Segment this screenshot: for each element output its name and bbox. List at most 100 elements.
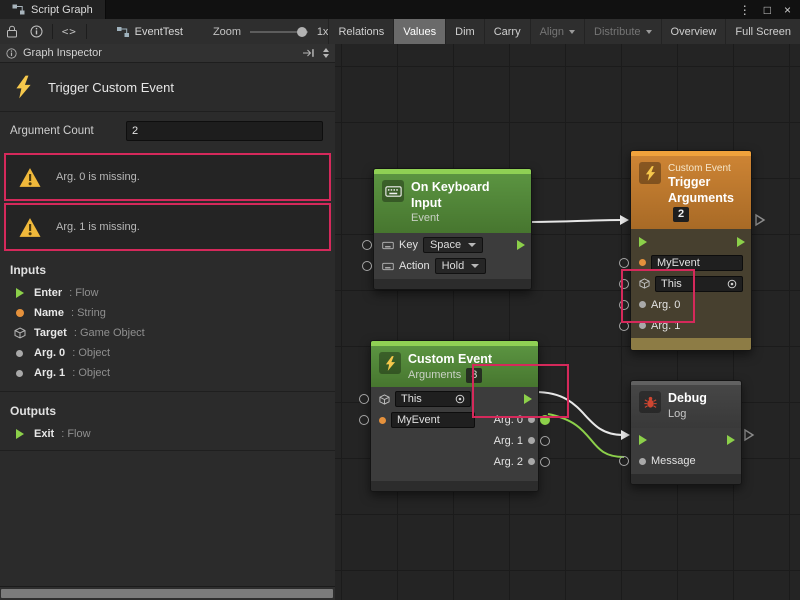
port-circle[interactable] bbox=[619, 279, 629, 289]
input-type: Object bbox=[72, 347, 110, 359]
keyboard-icon bbox=[382, 180, 404, 202]
node-header: Debug Log bbox=[631, 385, 741, 428]
flow-in-port[interactable] bbox=[639, 435, 647, 445]
node-custom-event-listener[interactable]: Custom Event Arguments3 This MyEvent bbox=[370, 340, 539, 492]
node-header: Custom Event Arguments3 bbox=[371, 346, 538, 387]
target-value: This bbox=[661, 278, 682, 290]
input-name: Arg. 1 bbox=[34, 367, 65, 379]
unity-visual-scripting-window: Script Graph ⋮ □ × <> EventTest Zoom 1x … bbox=[0, 0, 800, 600]
port-circle[interactable] bbox=[619, 300, 629, 310]
object-type-icon bbox=[528, 437, 535, 444]
port-circle[interactable] bbox=[540, 457, 550, 467]
port-circle[interactable] bbox=[540, 436, 550, 446]
graph-output-triangle-icon bbox=[756, 215, 764, 225]
gameobject-cube-icon bbox=[379, 394, 390, 405]
input-name: Enter bbox=[34, 287, 62, 299]
action-label: Action bbox=[399, 260, 430, 272]
key-row: Key Space bbox=[374, 235, 531, 256]
distribute-button[interactable]: Distribute bbox=[584, 19, 660, 44]
scrollbar-thumb[interactable] bbox=[1, 589, 333, 598]
port-circle[interactable] bbox=[359, 394, 369, 404]
node-body: MyEvent This Arg. 0 Arg. 1 bbox=[631, 229, 751, 338]
code-icon[interactable]: <> bbox=[56, 19, 83, 44]
dock-arrow-icon[interactable] bbox=[302, 48, 315, 58]
port-circle-connected[interactable] bbox=[540, 415, 550, 425]
graph-canvas[interactable]: On Keyboard Input Event Key Space bbox=[335, 44, 800, 600]
warning-icon bbox=[18, 167, 42, 188]
key-value: Space bbox=[430, 239, 461, 251]
argument-count-value: 2 bbox=[132, 125, 138, 137]
info-icon[interactable] bbox=[24, 19, 49, 44]
relations-button[interactable]: Relations bbox=[328, 19, 393, 44]
dim-button[interactable]: Dim bbox=[445, 19, 484, 44]
object-type-icon bbox=[639, 322, 646, 329]
wire-arrowhead bbox=[621, 430, 630, 440]
input-row-name: NameString bbox=[0, 303, 335, 323]
flow-in-port[interactable] bbox=[639, 237, 647, 247]
zoom-value: 1x bbox=[317, 26, 329, 38]
input-name: Arg. 0 bbox=[34, 347, 65, 359]
port-circle[interactable] bbox=[619, 321, 629, 331]
target-field[interactable]: This bbox=[395, 391, 471, 407]
input-row-arg1: Arg. 1Object bbox=[0, 363, 335, 383]
arg1-row: Arg. 1 bbox=[631, 315, 751, 336]
warning-arg1-missing: Arg. 1 is missing. bbox=[4, 203, 331, 251]
lock-icon[interactable] bbox=[0, 19, 24, 44]
node-trigger-custom-event[interactable]: Custom Event Trigger Arguments2 MyEvent bbox=[630, 150, 752, 351]
port-circle[interactable] bbox=[359, 415, 369, 425]
inspector-scrollbar[interactable] bbox=[0, 586, 335, 600]
node-subtitle-text: Arguments bbox=[408, 369, 461, 381]
fullscreen-button[interactable]: Full Screen bbox=[725, 19, 800, 44]
object-type-icon bbox=[528, 458, 535, 465]
close-icon[interactable]: × bbox=[784, 4, 791, 16]
event-name-field[interactable]: MyEvent bbox=[651, 255, 743, 271]
wire-arrowhead bbox=[620, 215, 629, 225]
port-circle[interactable] bbox=[362, 261, 372, 271]
argument-count-label: Argument Count bbox=[10, 125, 126, 137]
input-name: Target bbox=[34, 327, 67, 339]
node-debug-log[interactable]: Debug Log Message bbox=[630, 380, 742, 485]
overview-button[interactable]: Overview bbox=[661, 19, 726, 44]
carry-button[interactable]: Carry bbox=[484, 19, 530, 44]
node-footer bbox=[631, 338, 751, 350]
arg2-label: Arg. 2 bbox=[494, 456, 523, 468]
arg2-output-row: Arg. 2 bbox=[494, 456, 550, 468]
target-picker-icon[interactable] bbox=[727, 279, 737, 289]
flow-out-port[interactable] bbox=[727, 435, 735, 445]
action-dropdown[interactable]: Hold bbox=[435, 258, 487, 274]
flow-out-port[interactable] bbox=[737, 237, 745, 247]
argument-count-field[interactable]: 2 bbox=[126, 121, 323, 141]
pane-options-icon[interactable] bbox=[323, 48, 329, 58]
flow-out-port[interactable] bbox=[524, 394, 532, 404]
target-picker-icon[interactable] bbox=[455, 394, 465, 404]
port-circle[interactable] bbox=[619, 456, 629, 466]
values-button[interactable]: Values bbox=[393, 19, 445, 44]
zoom-slider-knob[interactable] bbox=[297, 27, 307, 37]
node-title: Custom Event bbox=[408, 352, 492, 368]
flow-row bbox=[631, 430, 741, 451]
flow-out-port[interactable] bbox=[517, 240, 525, 250]
arg1-label: Arg. 1 bbox=[651, 320, 680, 332]
warning-icon bbox=[18, 217, 42, 238]
outputs-section-title: Outputs bbox=[0, 392, 335, 424]
chevron-down-icon bbox=[468, 243, 476, 247]
event-name-field[interactable]: MyEvent bbox=[391, 412, 475, 428]
port-circle[interactable] bbox=[619, 258, 629, 268]
zoom-slider[interactable] bbox=[250, 31, 308, 33]
tab-script-graph[interactable]: Script Graph bbox=[0, 0, 106, 19]
toolbar-divider bbox=[52, 24, 53, 39]
node-header: Custom Event Trigger Arguments2 bbox=[631, 156, 751, 229]
target-field[interactable]: This bbox=[655, 276, 743, 292]
align-button[interactable]: Align bbox=[530, 19, 584, 44]
window-menu-icon[interactable]: ⋮ bbox=[739, 4, 751, 16]
graph-breadcrumb[interactable]: EventTest bbox=[116, 26, 183, 38]
maximize-icon[interactable]: □ bbox=[764, 4, 771, 16]
input-name: Name bbox=[34, 307, 64, 319]
port-circle[interactable] bbox=[362, 240, 372, 250]
node-body: This MyEvent Arg. 0 Arg. 1 bbox=[371, 387, 538, 481]
node-subtitle: Event bbox=[411, 211, 523, 225]
key-dropdown[interactable]: Space bbox=[423, 237, 483, 253]
inspector-title: Graph Inspector bbox=[23, 47, 102, 59]
node-on-keyboard-input[interactable]: On Keyboard Input Event Key Space bbox=[373, 168, 532, 290]
node-footer bbox=[371, 481, 538, 491]
